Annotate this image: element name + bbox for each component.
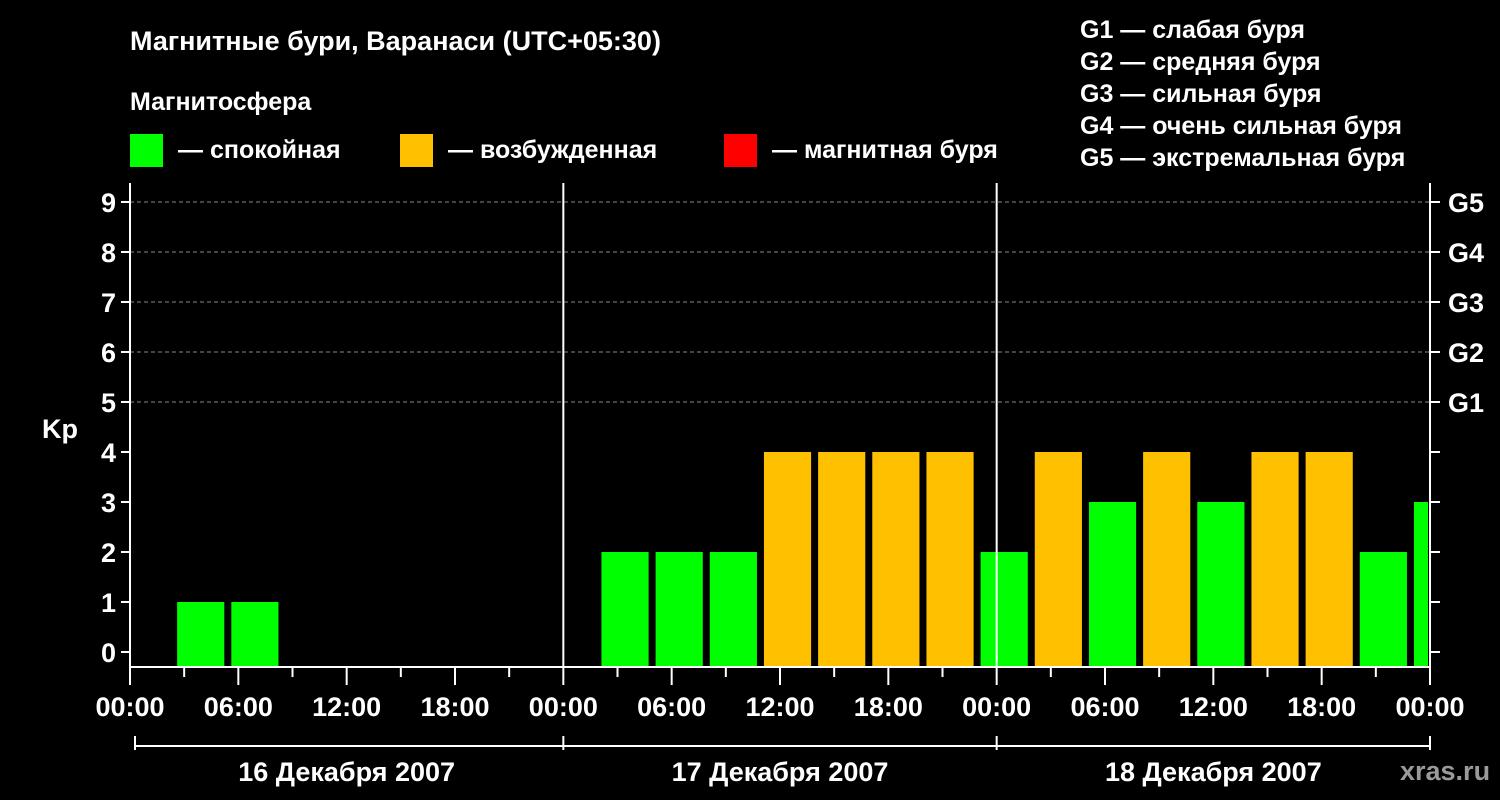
watermark: xras.ru bbox=[1400, 756, 1490, 786]
storm-scale-g3: G3 — сильная буря bbox=[1080, 80, 1322, 108]
bar bbox=[926, 452, 974, 667]
y-tick-label: 5 bbox=[101, 388, 116, 418]
x-tick-label: 00:00 bbox=[529, 692, 598, 722]
x-tick-label: 12:00 bbox=[745, 692, 814, 722]
x-tick-label: 06:00 bbox=[204, 692, 273, 722]
x-tick-label: 00:00 bbox=[962, 692, 1031, 722]
y-ticks: 0 1 2 3 4 5 6 7 8 9 bbox=[101, 188, 130, 668]
bar bbox=[231, 602, 279, 667]
right-ticks: G1 G2 G3 G4 G5 bbox=[1430, 188, 1484, 653]
bar bbox=[1143, 452, 1191, 667]
x-tick-label: 00:00 bbox=[95, 692, 164, 722]
x-tick-label: 18:00 bbox=[420, 692, 489, 722]
x-tick-label: 12:00 bbox=[1179, 692, 1248, 722]
bar bbox=[872, 452, 920, 667]
bar bbox=[980, 552, 1028, 667]
y-tick-label: 2 bbox=[101, 538, 116, 568]
y-tick-label: 1 bbox=[101, 588, 116, 618]
right-tick-label: G2 bbox=[1448, 338, 1484, 368]
kp-chart: Магнитные бури, Варанаси (UTC+05:30) Маг… bbox=[42, 16, 1490, 787]
x-tick-label: 18:00 bbox=[854, 692, 923, 722]
x-tick-label: 00:00 bbox=[1395, 692, 1464, 722]
gridlines bbox=[130, 201, 1430, 403]
storm-scale-g5: G5 — экстремальная буря bbox=[1080, 144, 1405, 172]
bar bbox=[177, 602, 225, 667]
x-tick-label: 06:00 bbox=[1070, 692, 1139, 722]
x-tick-label: 18:00 bbox=[1287, 692, 1356, 722]
bar bbox=[1197, 502, 1245, 667]
bar bbox=[1413, 502, 1428, 667]
y-tick-label: 3 bbox=[101, 488, 116, 518]
y-tick-label: 0 bbox=[101, 638, 116, 668]
right-tick-label: G5 bbox=[1448, 188, 1484, 218]
storm-scale-g4: G4 — очень сильная буря bbox=[1080, 112, 1402, 140]
legend-label-active: — возбужденная bbox=[448, 136, 657, 164]
date-label: 17 Декабря 2007 bbox=[672, 757, 889, 787]
bar bbox=[655, 552, 703, 667]
y-tick-label: 6 bbox=[101, 338, 116, 368]
legend-swatch-active bbox=[400, 134, 433, 167]
bar bbox=[1359, 552, 1407, 667]
y-tick-label: 8 bbox=[101, 238, 116, 268]
x-tick-label: 12:00 bbox=[312, 692, 381, 722]
bar bbox=[1251, 452, 1299, 667]
bar bbox=[709, 552, 757, 667]
bar bbox=[763, 452, 812, 667]
legend-swatch-calm bbox=[130, 134, 163, 167]
bar bbox=[601, 552, 649, 667]
right-tick-label: G1 bbox=[1448, 388, 1484, 418]
chart-subtitle: Магнитосфера bbox=[130, 88, 312, 116]
status-legend: — спокойная — возбужденная — магнитная б… bbox=[130, 134, 998, 167]
storm-scale-g1: G1 — слабая буря bbox=[1080, 16, 1305, 44]
right-tick-label: G3 bbox=[1448, 288, 1484, 318]
x-tick-label: 06:00 bbox=[637, 692, 706, 722]
bars bbox=[177, 452, 1428, 667]
date-brackets: 16 Декабря 2007 17 Декабря 2007 18 Декабря… bbox=[134, 736, 1431, 787]
storm-scale-legend: G1 — слабая буря G2 — средняя буря G3 — … bbox=[1080, 16, 1405, 172]
legend-swatch-storm bbox=[724, 134, 757, 167]
bar bbox=[1088, 502, 1137, 667]
date-label: 18 Декабря 2007 bbox=[1105, 757, 1322, 787]
legend-label-calm: — спокойная bbox=[178, 136, 341, 164]
date-label: 16 Декабря 2007 bbox=[238, 757, 455, 787]
legend-label-storm: — магнитная буря bbox=[772, 136, 998, 164]
chart-title: Магнитные бури, Варанаси (UTC+05:30) bbox=[130, 26, 661, 56]
bar bbox=[818, 452, 866, 667]
y-tick-label: 7 bbox=[101, 288, 116, 318]
y-tick-label: 9 bbox=[101, 188, 116, 218]
bar bbox=[1034, 452, 1082, 667]
x-ticks: 00:00 06:00 12:00 18:00 00:00 06:00 12:00 18:00… bbox=[95, 667, 1465, 722]
y-tick-label: 4 bbox=[101, 438, 116, 468]
bar bbox=[1305, 452, 1353, 667]
right-tick-label: G4 bbox=[1448, 238, 1484, 268]
y-axis-label: Kp bbox=[42, 414, 78, 444]
storm-scale-g2: G2 — средняя буря bbox=[1080, 48, 1321, 76]
